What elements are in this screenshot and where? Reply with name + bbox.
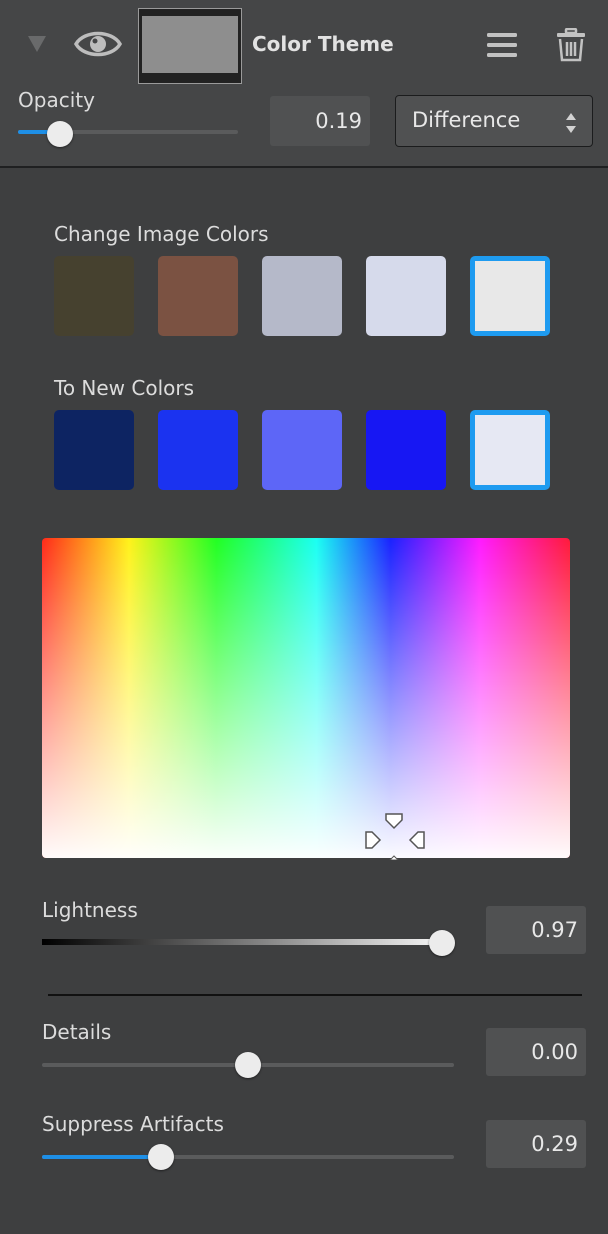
color-picker-crosshair-icon[interactable] [362, 810, 428, 860]
collapse-triangle-icon[interactable] [28, 36, 46, 52]
layer-thumbnail[interactable] [138, 8, 242, 84]
details-label: Details [42, 1020, 112, 1044]
suppress-artifacts-value-input[interactable]: 0.29 [486, 1120, 586, 1168]
source-swatch[interactable] [366, 256, 446, 336]
lightness-value-input[interactable]: 0.97 [486, 906, 586, 954]
blend-mode-select[interactable]: Difference [395, 95, 593, 147]
layer-title: Color Theme [252, 32, 394, 56]
header-separator [0, 166, 608, 168]
color-field[interactable] [42, 538, 570, 858]
target-swatch[interactable] [158, 410, 238, 490]
blend-mode-value: Difference [412, 108, 521, 132]
visibility-eye-icon[interactable] [74, 26, 122, 62]
menu-icon[interactable] [486, 32, 518, 58]
details-value-input[interactable]: 0.00 [486, 1028, 586, 1076]
target-swatch[interactable] [262, 410, 342, 490]
lightness-label: Lightness [42, 898, 138, 922]
suppress-artifacts-slider-fill [42, 1155, 162, 1159]
target-swatch[interactable] [470, 410, 550, 490]
lightness-slider-knob[interactable] [428, 930, 455, 956]
details-slider-knob[interactable] [235, 1052, 261, 1078]
suppress-artifacts-slider-knob[interactable] [148, 1144, 175, 1170]
trash-icon[interactable] [556, 28, 586, 62]
opacity-label: Opacity [18, 88, 95, 112]
section-divider [48, 994, 582, 996]
source-swatch[interactable] [470, 256, 550, 336]
to-new-colors-label: To New Colors [54, 376, 195, 400]
change-image-colors-label: Change Image Colors [54, 222, 269, 246]
target-swatch[interactable] [54, 410, 134, 490]
source-swatch[interactable] [54, 256, 134, 336]
opacity-value-input[interactable]: 0.19 [270, 96, 370, 146]
suppress-artifacts-label: Suppress Artifacts [42, 1112, 224, 1136]
source-swatch[interactable] [262, 256, 342, 336]
opacity-slider-knob[interactable] [46, 121, 73, 147]
source-swatch[interactable] [158, 256, 238, 336]
target-swatch[interactable] [366, 410, 446, 490]
select-arrows-icon [566, 113, 576, 133]
lightness-slider[interactable] [42, 939, 454, 945]
